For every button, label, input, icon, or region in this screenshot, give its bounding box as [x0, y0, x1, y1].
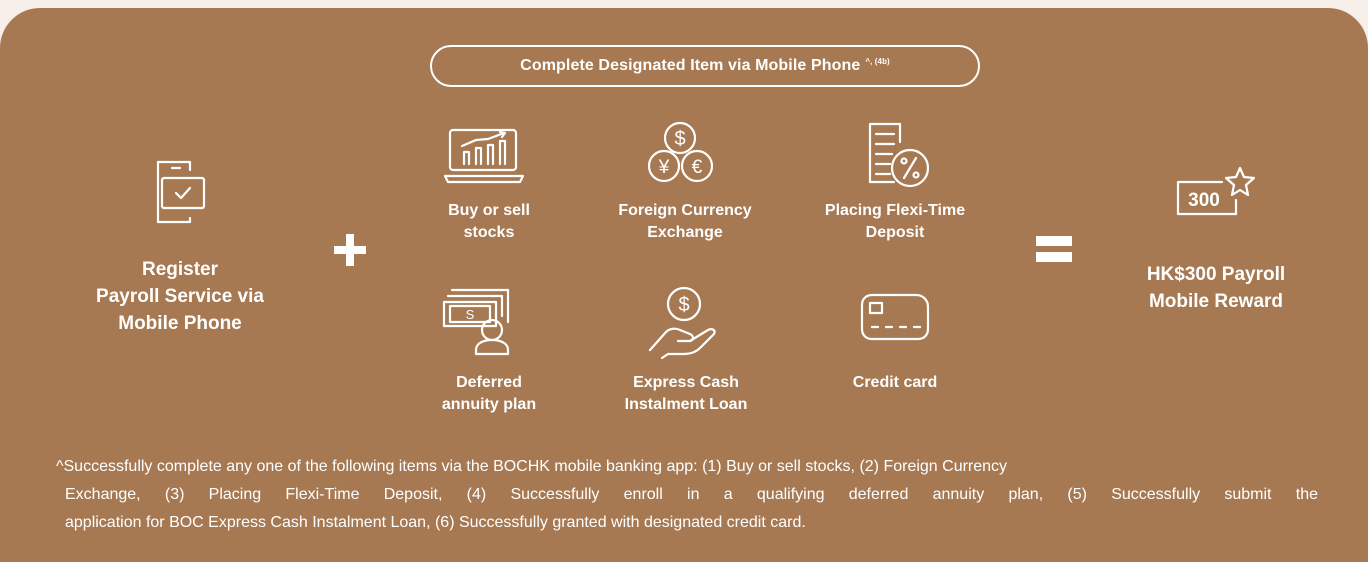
item-label-stocks: Buy or sell stocks — [448, 202, 530, 241]
header-footnote-mark: ^, (4b) — [865, 56, 890, 66]
svg-text:¥: ¥ — [658, 157, 670, 178]
hand-dollar-icon: $ — [644, 286, 724, 360]
deposit-percent-icon — [862, 122, 942, 188]
laptop-chart-icon — [443, 128, 525, 188]
item-label-annuity: Deferred annuity plan — [441, 374, 537, 413]
promo-panel: Complete Designated Item via Mobile Phon… — [0, 8, 1368, 562]
reward-label: HK$300 Payroll Mobile Reward — [1146, 264, 1286, 312]
svg-text:$: $ — [674, 128, 685, 150]
reward-badge-icon: 300 — [1174, 166, 1264, 226]
svg-text:S: S — [466, 307, 475, 322]
phone-check-icon — [150, 158, 210, 228]
reward-badge-value: 300 — [1188, 190, 1220, 211]
plus-icon — [334, 234, 366, 271]
item-label-fx: Foreign Currency Exchange — [618, 202, 752, 241]
header-title: Complete Designated Item via Mobile Phon… — [520, 57, 861, 74]
footnote-line: application for BOC Express Cash Instalm… — [65, 514, 806, 531]
equals-icon — [1036, 236, 1072, 269]
credit-card-icon — [860, 293, 930, 341]
footnote-line: ^Successfully complete any one of the fo… — [56, 458, 1008, 475]
annuity-person-icon: S — [440, 288, 520, 356]
item-label-loan: Express Cash Instalment Loan — [624, 374, 748, 413]
svg-text:€: € — [692, 157, 703, 178]
footnote-line: Exchange, (3) Placing Flexi-Time Deposit… — [65, 486, 1318, 503]
svg-text:$: $ — [678, 294, 689, 316]
register-label: Register Payroll Service via Mobile Phon… — [96, 259, 264, 334]
item-label-card: Credit card — [852, 374, 938, 391]
designated-item-header: Complete Designated Item via Mobile Phon… — [430, 45, 980, 87]
item-label-deposit: Placing Flexi-Time Deposit — [824, 202, 966, 241]
footnote: ^Successfully complete any one of the fo… — [56, 453, 1318, 537]
currency-exchange-icon: $ ¥ € — [640, 118, 720, 198]
